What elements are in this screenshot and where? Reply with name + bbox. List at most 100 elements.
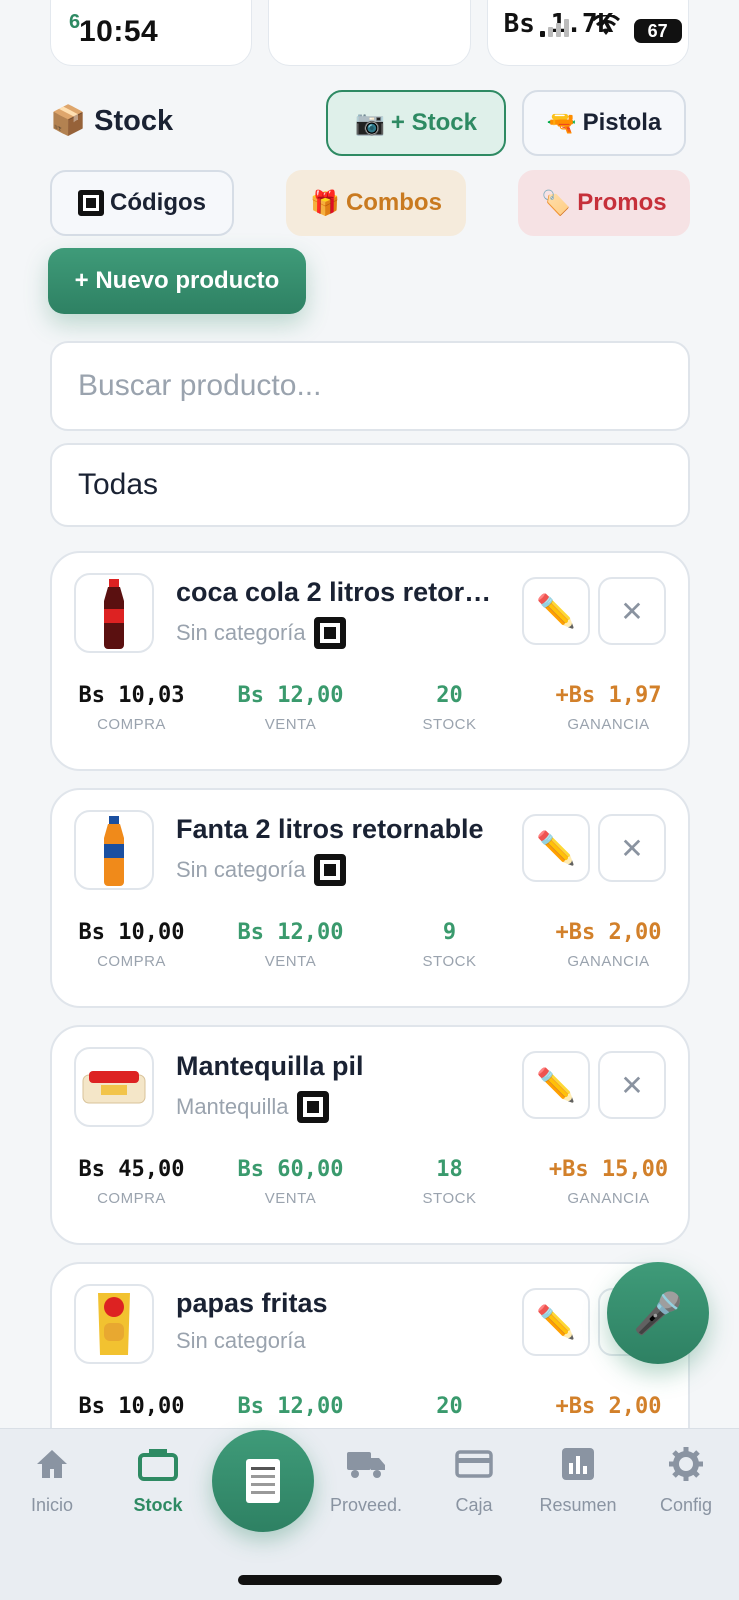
edit-button[interactable]: ✏️ — [522, 577, 590, 645]
product-category: Sin categoría — [176, 1328, 306, 1354]
wifi-icon — [591, 13, 620, 44]
briefcase-icon — [108, 1443, 208, 1485]
credit-card-icon — [424, 1443, 524, 1485]
barcode-icon — [78, 190, 104, 216]
gain-value: +Bs 1,97 — [555, 683, 662, 708]
promos-label: Promos — [577, 189, 667, 216]
voice-input-button[interactable]: 🎤 — [607, 1262, 709, 1364]
stock-count: 9 — [442, 920, 457, 945]
add-stock-label: + Stock — [390, 109, 477, 136]
combos-button[interactable]: 🎁 Combos — [286, 170, 466, 236]
buy-price: Bs 10,00 — [78, 1394, 185, 1419]
product-card: Fanta 2 litros retornable Sin categoría … — [50, 788, 690, 1008]
product-category: Sin categoría — [176, 617, 346, 649]
gain-label: GANANCIA — [567, 716, 650, 733]
close-icon: ✕ — [620, 832, 644, 864]
stock-count: 18 — [436, 1157, 463, 1182]
gain-label: GANANCIA — [567, 1190, 650, 1207]
barcode-icon — [296, 1091, 329, 1123]
product-image — [74, 573, 154, 653]
edit-button[interactable]: ✏️ — [522, 1288, 590, 1356]
stock-label: STOCK — [422, 1190, 477, 1207]
buy-price: Bs 10,00 — [78, 920, 185, 945]
nav-config[interactable]: Config — [636, 1443, 736, 1516]
stock-label: STOCK — [422, 716, 477, 733]
sell-price: Bs 60,00 — [237, 1157, 344, 1182]
product-name: Mantequilla pil — [176, 1051, 364, 1081]
gain-value: +Bs 2,00 — [555, 920, 662, 945]
product-card: coca cola 2 litros retorn... Sin categor… — [50, 551, 690, 771]
product-category-label: Mantequilla — [176, 1094, 289, 1119]
buy-label: COMPRA — [97, 716, 166, 733]
receipt-button[interactable] — [212, 1430, 314, 1532]
product-category: Mantequilla — [176, 1091, 329, 1123]
codes-button[interactable]: Códigos — [50, 170, 234, 236]
codes-label: Códigos — [110, 189, 206, 216]
close-icon: ✕ — [620, 595, 644, 627]
nav-caja[interactable]: Caja — [424, 1443, 524, 1516]
product-image — [74, 1047, 154, 1127]
nav-proveedores[interactable]: Proveed. — [316, 1443, 416, 1516]
gift-icon: 🎁 — [310, 189, 340, 217]
product-category-label: Sin categoría — [176, 1328, 306, 1353]
camera-icon: 📷 — [355, 109, 385, 137]
scanner-gun-button[interactable]: 🔫 Pistola — [522, 90, 686, 156]
sell-price: Bs 12,00 — [237, 683, 344, 708]
pencil-icon: ✏️ — [536, 830, 576, 866]
status-bar: 6 10:54 Bs 1.7K 67 — [50, 0, 689, 66]
product-category: Sin categoría — [176, 854, 346, 886]
status-card-middle — [268, 0, 471, 66]
nav-caja-label: Caja — [455, 1495, 493, 1515]
nav-resumen[interactable]: Resumen — [528, 1443, 628, 1516]
water-pistol-icon: 🔫 — [546, 109, 577, 137]
product-image — [74, 810, 154, 890]
stock-label: STOCK — [422, 953, 477, 970]
barcode-icon — [313, 854, 346, 886]
delete-button[interactable]: ✕ — [598, 577, 666, 645]
close-icon: ✕ — [620, 1069, 644, 1101]
signal-icon — [539, 19, 569, 37]
nav-config-label: Config — [659, 1495, 713, 1515]
status-time: 10:54 — [79, 15, 159, 48]
nav-inicio[interactable]: Inicio — [2, 1443, 102, 1516]
delete-button[interactable]: ✕ — [598, 1051, 666, 1119]
nav-stock[interactable]: Stock — [108, 1443, 208, 1516]
nav-resumen-label: Resumen — [539, 1495, 617, 1515]
edit-button[interactable]: ✏️ — [522, 1051, 590, 1119]
buy-label: COMPRA — [97, 953, 166, 970]
gain-value: +Bs 2,00 — [555, 1394, 662, 1419]
sell-label: VENTA — [264, 716, 317, 733]
gain-label: GANANCIA — [567, 953, 650, 970]
edit-button[interactable]: ✏️ — [522, 814, 590, 882]
battery-icon: 67 — [633, 19, 682, 43]
sell-price: Bs 12,00 — [237, 1394, 344, 1419]
new-product-button[interactable]: + Nuevo producto — [48, 248, 306, 314]
stock-count: 20 — [436, 683, 463, 708]
delete-button[interactable]: ✕ — [598, 814, 666, 882]
combos-label: Combos — [345, 189, 442, 216]
product-name: coca cola 2 litros retorn... — [176, 577, 496, 607]
status-mini-number: 6 — [69, 11, 81, 33]
page-title-text: Stock — [94, 104, 174, 137]
search-input[interactable]: Buscar producto... — [50, 341, 690, 431]
buy-label: COMPRA — [97, 1190, 166, 1207]
pencil-icon: ✏️ — [536, 1304, 576, 1340]
add-stock-button[interactable]: 📷 + Stock — [326, 90, 506, 156]
stock-count: 20 — [436, 1394, 463, 1419]
category-select[interactable]: Todas — [50, 443, 690, 527]
pencil-icon: ✏️ — [536, 1067, 576, 1103]
home-indicator — [238, 1575, 502, 1585]
scanner-gun-label: Pistola — [582, 109, 662, 136]
buy-price: Bs 45,00 — [78, 1157, 185, 1182]
package-icon: 📦 — [50, 105, 87, 137]
nav-proveedores-label: Proveed. — [329, 1495, 403, 1515]
page-title: 📦 Stock — [50, 104, 173, 138]
sell-price: Bs 12,00 — [237, 920, 344, 945]
sell-label: VENTA — [264, 953, 317, 970]
promos-button[interactable]: 🏷️ Promos — [518, 170, 690, 236]
sell-label: VENTA — [264, 1190, 317, 1207]
pencil-icon: ✏️ — [536, 593, 576, 629]
gain-value: +Bs 15,00 — [548, 1157, 669, 1182]
product-card: Mantequilla pil Mantequilla ✏️ ✕ Bs 45,0… — [50, 1025, 690, 1245]
product-category-label: Sin categoría — [176, 620, 306, 645]
